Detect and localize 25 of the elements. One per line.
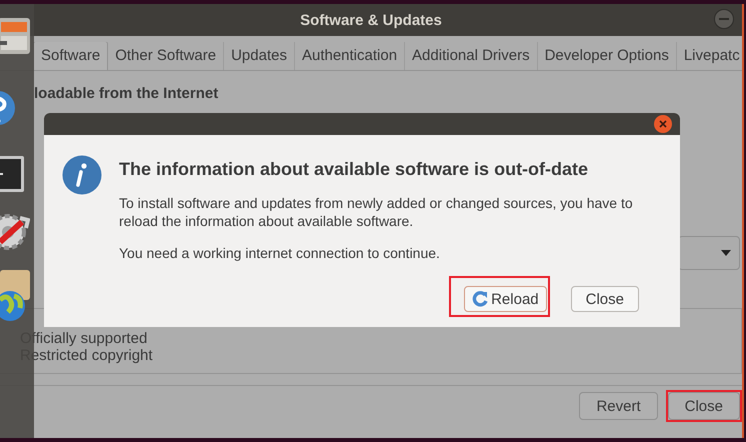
tab[interactable]: Developer Options: [538, 42, 677, 70]
close-icon[interactable]: [654, 115, 672, 133]
tab[interactable]: Additional Drivers: [405, 42, 538, 70]
tab[interactable]: Software: [33, 42, 108, 70]
reload-button[interactable]: Reload: [464, 286, 547, 312]
tab[interactable]: Livepatc: [676, 42, 742, 70]
window-button[interactable]: Revert: [579, 392, 658, 420]
tab[interactable]: Updates: [224, 42, 295, 70]
dialog-message: To install software and updates from newly added or changed sources, you have to reload the information about available software.: [119, 194, 634, 230]
window-button[interactable]: Close: [668, 392, 740, 420]
close-button[interactable]: Close: [570, 286, 639, 312]
terminal-icon[interactable]: [0, 156, 24, 192]
tab[interactable]: Other Software: [108, 42, 224, 70]
file-cabinet-icon[interactable]: [0, 16, 32, 56]
tab[interactable]: Authentication: [294, 42, 406, 70]
server-dropdown[interactable]: [678, 236, 740, 270]
dialog-title: The information about available software is out-of-date: [119, 159, 590, 180]
settings-icon[interactable]: [0, 212, 30, 252]
info-icon: [62, 155, 102, 195]
window-title: Software & Updates: [300, 12, 442, 28]
dialog-note: You need a working internet connection to continue.: [119, 244, 441, 262]
dropdown-arrow-icon: [721, 250, 731, 256]
reload-icon: [472, 291, 488, 307]
help-icon[interactable]: [0, 90, 18, 126]
section-heading: loadable from the Internet: [34, 85, 220, 102]
